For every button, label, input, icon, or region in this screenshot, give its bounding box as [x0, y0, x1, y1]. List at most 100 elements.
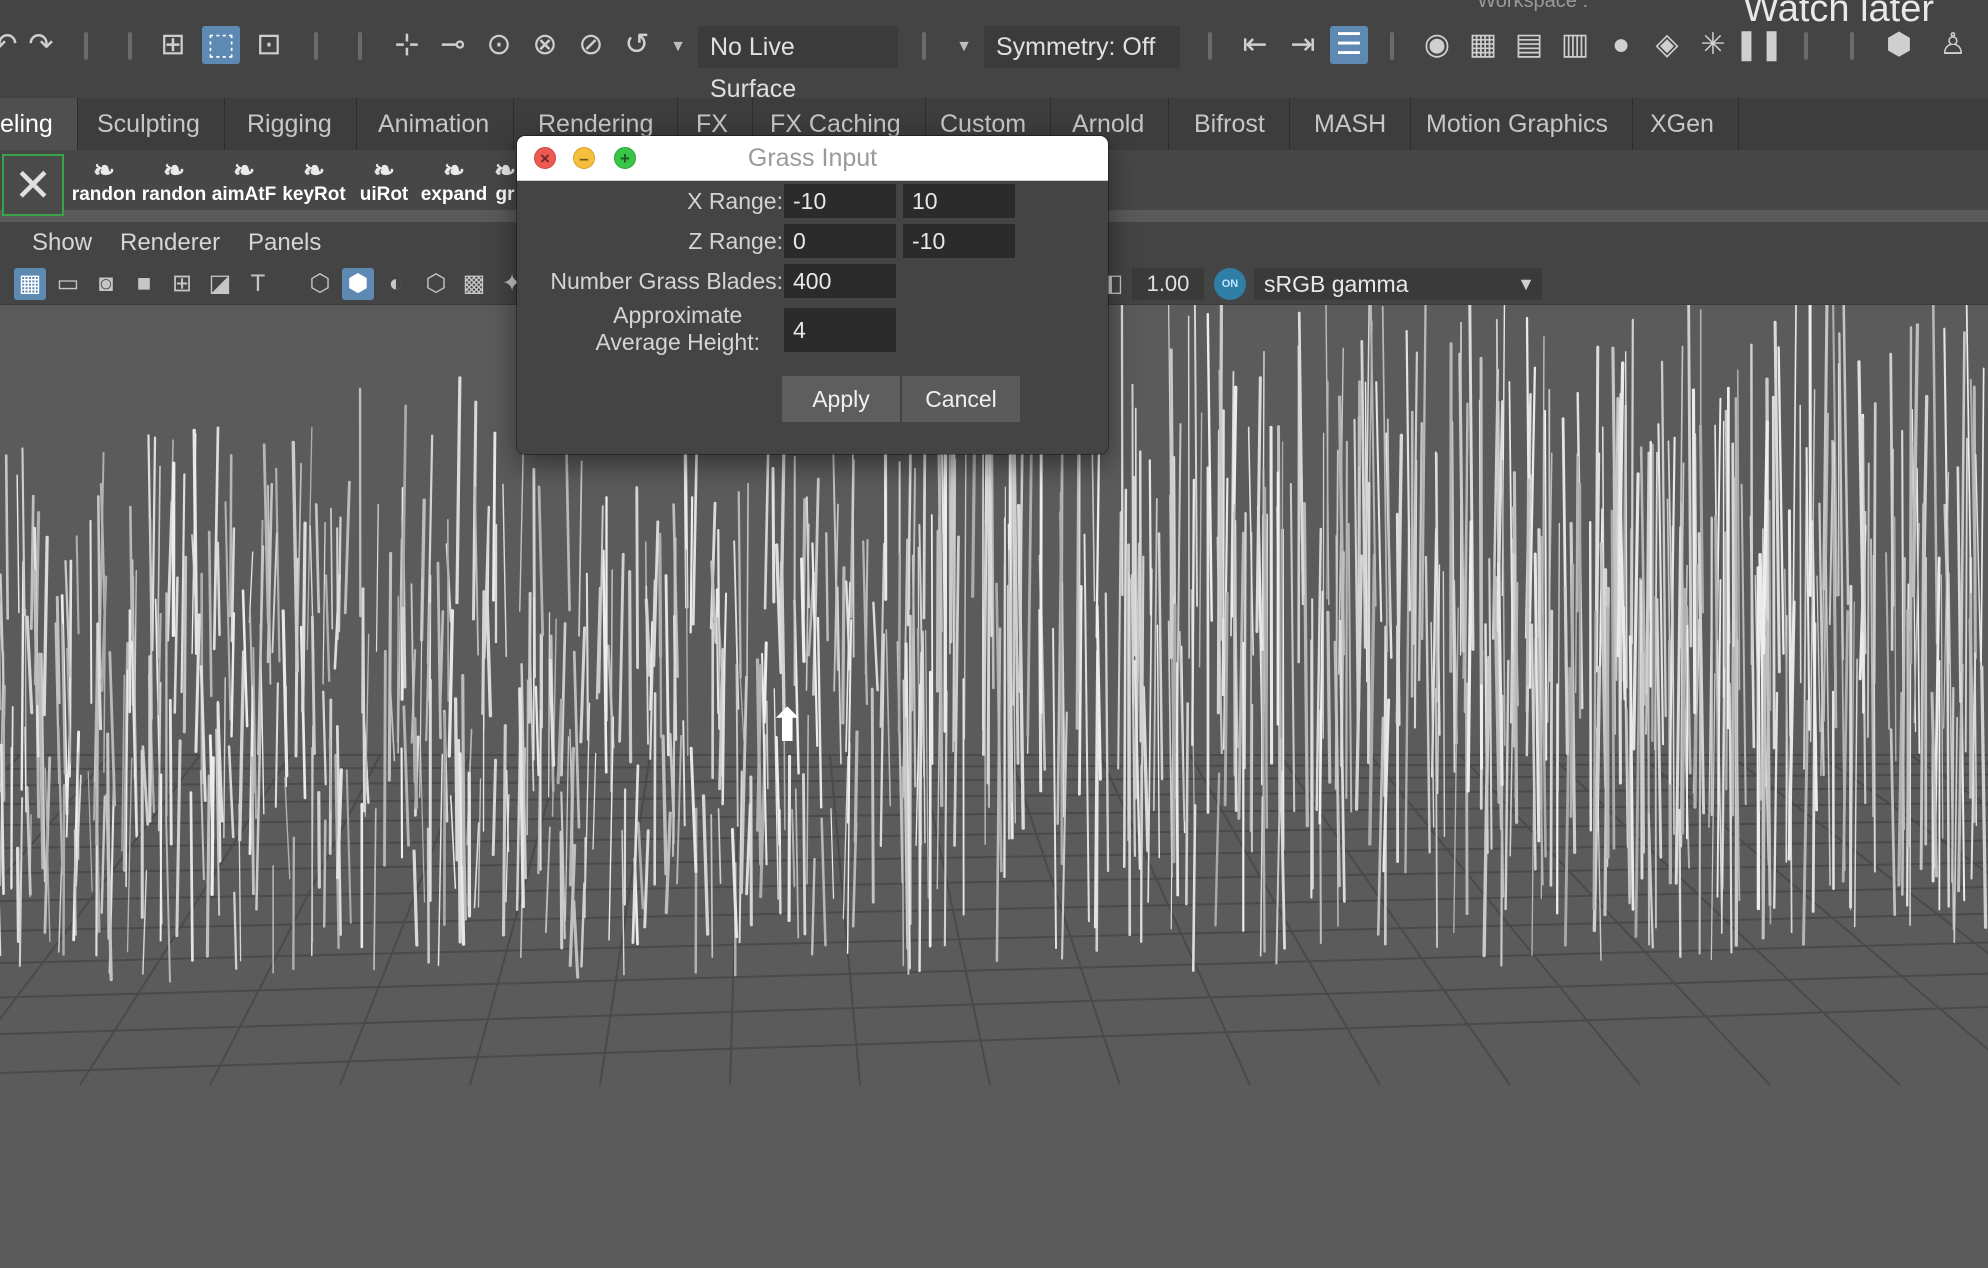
x-range-min-input[interactable] [784, 184, 896, 218]
python-icon: ❧ [233, 155, 255, 185]
snap-to-grid-icon[interactable]: ⊹ [388, 26, 426, 64]
menu-show[interactable]: Show [32, 222, 92, 264]
chevron-down-icon[interactable]: ▼ [666, 26, 690, 68]
watch-later-overlay[interactable]: Watch later [1743, 0, 1934, 31]
cancel-button[interactable]: Cancel [902, 376, 1020, 422]
z-range-label: Z Range: [688, 228, 783, 254]
average-height-label-line2: Average Height: [595, 329, 760, 355]
tab-mash[interactable]: MASH [1290, 98, 1412, 150]
select-by-component-icon[interactable]: ⊡ [250, 26, 288, 64]
redo-icon[interactable]: ↷ [22, 26, 60, 64]
toolbar-separator [1208, 32, 1212, 60]
grass-input-dialog: × – + Grass Input X Range: Z Range: Numb… [517, 136, 1108, 454]
tab-modeling[interactable]: eling [0, 98, 78, 150]
toolbar-separator [1804, 32, 1808, 60]
python-icon: ❧ [443, 155, 465, 185]
symmetry-field[interactable]: Symmetry: Off [984, 26, 1180, 68]
number-grass-blades-input[interactable] [784, 264, 896, 298]
shelf-button[interactable]: ❧ randon [70, 156, 138, 208]
render-setup-icon[interactable]: ◈ [1648, 26, 1686, 64]
chevron-down-icon[interactable]: ▼ [952, 26, 976, 68]
light-editor-icon[interactable]: ✳ [1694, 26, 1732, 64]
toolbar-separator [922, 32, 926, 60]
tab-bifrost[interactable]: Bifrost [1170, 98, 1290, 150]
python-icon: ❧ [163, 155, 185, 185]
smooth-shade-icon[interactable]: ⬢ [342, 268, 374, 300]
shelf-button[interactable]: ❧ gr [490, 156, 520, 208]
status-toolbar: ↶ ↷ ⊞ ⬚ ⊡ ⊹ ⊸ ⊙ ⊗ ⊘ ↺ ▼ No Live Surface … [0, 0, 1988, 103]
view-transform-dropdown[interactable]: sRGB gamma [1254, 268, 1542, 300]
shelf-button[interactable]: ❧ randon [140, 156, 208, 208]
select-by-object-icon[interactable]: ⬚ [202, 26, 240, 64]
field-chart-icon[interactable]: ⊞ [166, 268, 198, 300]
x-range-max-input[interactable] [903, 184, 1015, 218]
toolbar-separator [1390, 32, 1394, 60]
toolbar-separator [128, 32, 132, 60]
shelf-button[interactable]: ❧ keyRot [280, 156, 348, 208]
render-settings-icon[interactable]: ▥ [1556, 26, 1594, 64]
ipr-render-icon[interactable]: ▤ [1510, 26, 1548, 64]
film-gate-icon[interactable]: ▭ [52, 268, 84, 300]
manipulator-icon[interactable]: ⬆ [768, 698, 807, 752]
hypershade-icon[interactable]: ● [1602, 26, 1640, 64]
dialog-title: Grass Input [747, 144, 878, 172]
dialog-titlebar[interactable]: × – + Grass Input [517, 136, 1108, 181]
python-icon: ❧ [494, 155, 516, 185]
tab-rigging[interactable]: Rigging [223, 98, 357, 150]
average-height-label: Approximate Average Height: [595, 302, 760, 356]
render-current-frame-icon[interactable]: ▦ [1464, 26, 1502, 64]
tab-xgen[interactable]: XGen [1626, 98, 1739, 150]
tab-sculpting[interactable]: Sculpting [73, 98, 225, 150]
shelf-button[interactable]: ❧ uiRot [350, 156, 418, 208]
average-height-input[interactable] [784, 308, 896, 352]
tab-motion-graphics[interactable]: Motion Graphics [1402, 98, 1634, 150]
python-icon: ❧ [373, 155, 395, 185]
python-icon: ❧ [303, 155, 325, 185]
snap-to-projected-center-icon[interactable]: ⊗ [526, 26, 564, 64]
input-ops-icon[interactable]: ⇤ [1236, 26, 1274, 64]
toolbar-separator [1850, 32, 1854, 60]
modeling-toolkit-icon[interactable]: ⬢ [1880, 26, 1918, 64]
z-range-max-input[interactable] [903, 224, 1015, 258]
workspace-label: Workspace : [1477, 0, 1588, 12]
menu-panels[interactable]: Panels [248, 222, 321, 264]
construction-history-icon[interactable]: ☰ [1330, 26, 1368, 64]
resolution-gate-icon[interactable]: ◙ [90, 268, 122, 300]
python-icon: ❧ [93, 155, 115, 185]
live-surface-field[interactable]: No Live Surface [698, 26, 898, 103]
pause-icon[interactable]: ❚❚ [1734, 26, 1784, 64]
color-management-toggle[interactable]: ON [1214, 268, 1246, 300]
gamma-field[interactable]: 1.00 [1132, 268, 1204, 300]
toolbar-separator [84, 32, 88, 60]
apply-button[interactable]: Apply [782, 376, 900, 422]
character-controls-icon[interactable]: ♙ [1934, 26, 1972, 64]
snap-to-view-plane-icon[interactable]: ⊘ [572, 26, 610, 64]
textured-icon[interactable]: ▩ [458, 268, 490, 300]
snap-to-curve-icon[interactable]: ⊸ [434, 26, 472, 64]
number-grass-blades-label: Number Grass Blades: [550, 268, 783, 294]
output-ops-icon[interactable]: ⇥ [1284, 26, 1322, 64]
make-live-icon[interactable]: ↺ [618, 26, 656, 64]
ground-grid [0, 754, 1988, 1086]
render-view-icon[interactable]: ◉ [1418, 26, 1456, 64]
toolbar-separator [314, 32, 318, 60]
tab-animation[interactable]: Animation [354, 98, 515, 150]
undo-icon[interactable]: ↶ [0, 26, 24, 64]
gate-mask-icon[interactable]: ■ [128, 268, 160, 300]
shelf-tool-icon[interactable]: ✕ [2, 154, 64, 216]
wireframe-icon[interactable]: ⬡ [304, 268, 336, 300]
shelf-button[interactable]: ❧ aimAtF [210, 156, 278, 208]
grid-icon[interactable]: ▦ [14, 268, 46, 300]
average-height-label-line1: Approximate [613, 302, 743, 328]
safe-title-icon[interactable]: T [242, 268, 274, 300]
wireframe-on-shaded-icon[interactable]: ⬡ [420, 268, 452, 300]
menu-renderer[interactable]: Renderer [120, 222, 220, 264]
safe-action-icon[interactable]: ◪ [204, 268, 236, 300]
select-by-hierarchy-icon[interactable]: ⊞ [154, 26, 192, 64]
toolbar-separator [358, 32, 362, 60]
shelf-button[interactable]: ❧ expand [420, 156, 488, 208]
default-material-icon[interactable]: ◐ [380, 268, 412, 300]
z-range-min-input[interactable] [784, 224, 896, 258]
chevron-down-icon[interactable]: ▼ [1512, 268, 1540, 300]
snap-to-point-icon[interactable]: ⊙ [480, 26, 518, 64]
